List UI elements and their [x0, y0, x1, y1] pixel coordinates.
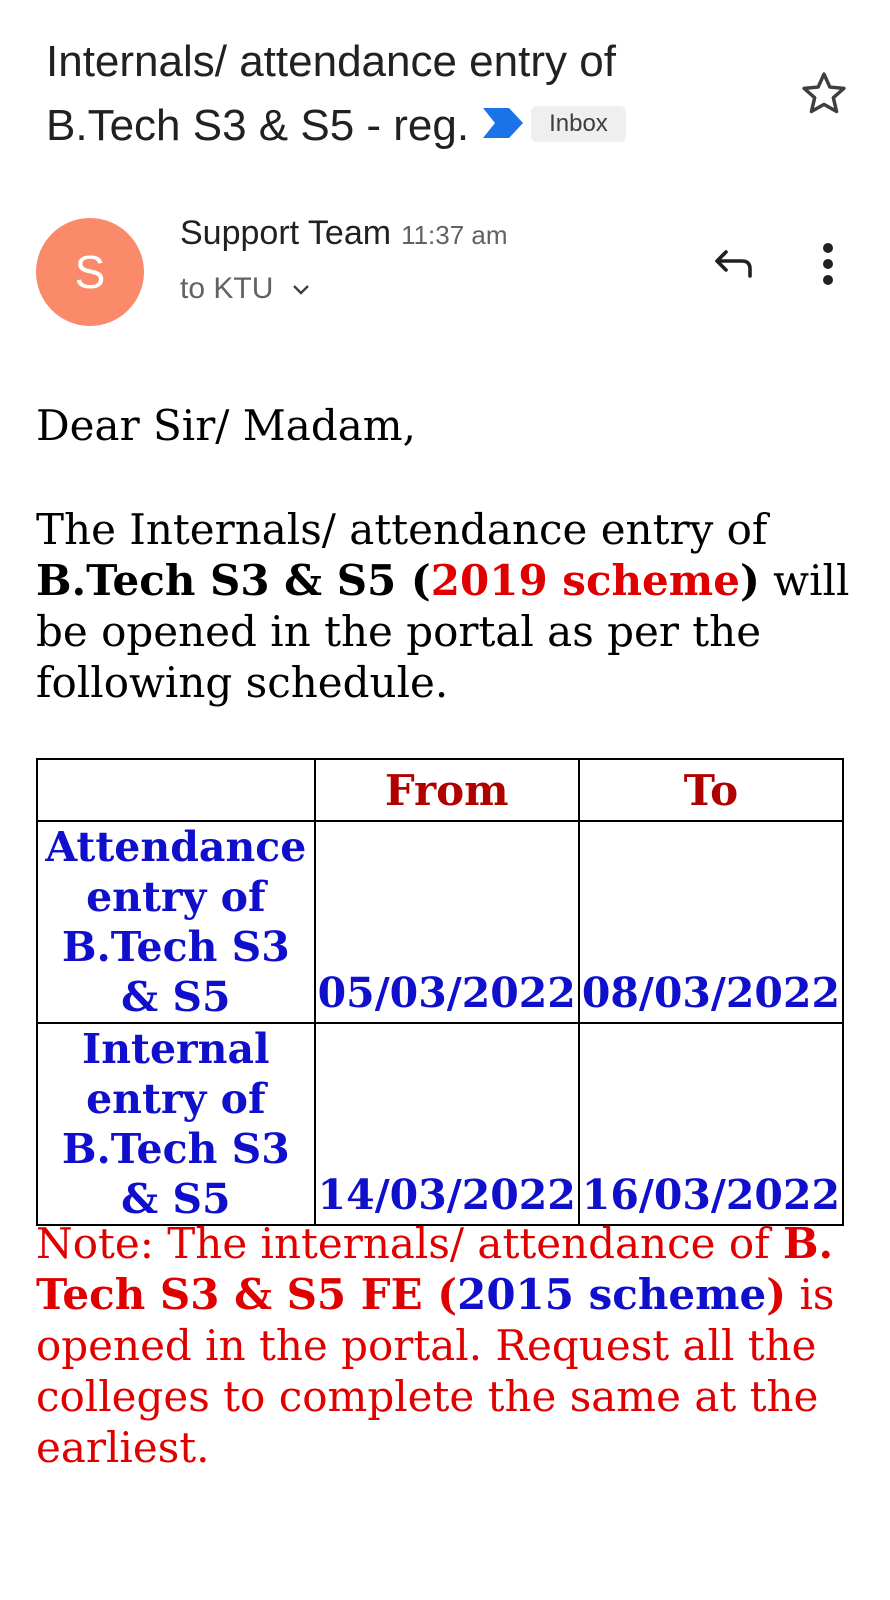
- intro-text-1: The Internals/ attendance entry of: [36, 505, 768, 554]
- subject-line-2: B.Tech S3 & S5 - reg.: [46, 101, 470, 150]
- table-header-row: From To: [36, 758, 845, 822]
- intro-bold-1: B.Tech S3 & S5 (: [36, 556, 431, 605]
- note-text-1: Note: The internals/ attendance of: [36, 1219, 783, 1268]
- sender-line: Support Team 11:37 am: [180, 214, 508, 253]
- row-from-date: 05/03/2022: [313, 820, 580, 1024]
- importance-marker-icon[interactable]: [483, 92, 524, 156]
- note-scheme: 2015 scheme: [457, 1270, 767, 1319]
- recipient-line[interactable]: to KTU: [180, 272, 311, 307]
- intro-scheme: 2019 scheme: [430, 556, 740, 605]
- row-to-date: 08/03/2022: [577, 820, 845, 1024]
- table-row: Attendance entry of B.Tech S3 & S5 05/03…: [36, 820, 845, 1024]
- greeting: Dear Sir/ Madam,: [36, 401, 416, 450]
- inbox-label-badge[interactable]: Inbox: [531, 106, 626, 143]
- star-icon[interactable]: [798, 68, 850, 120]
- sender-avatar[interactable]: S: [36, 218, 144, 326]
- sender-name[interactable]: Support Team: [180, 214, 391, 252]
- row-label: Internal entry of B.Tech S3 & S5: [36, 1022, 316, 1226]
- sent-time: 11:37 am: [401, 220, 508, 250]
- intro-bold-2: ): [739, 556, 760, 605]
- table-header-cell: [36, 758, 316, 822]
- table-row: Internal entry of B.Tech S3 & S5 14/03/2…: [36, 1022, 845, 1226]
- table-header-from: From: [313, 758, 580, 822]
- recipient-text: to KTU: [180, 272, 274, 305]
- more-vert-icon[interactable]: [812, 240, 844, 288]
- row-label: Attendance entry of B.Tech S3 & S5: [36, 820, 316, 1024]
- email-subject: Internals/ attendance entry of B.Tech S3…: [46, 30, 786, 160]
- table-header-to: To: [577, 758, 845, 822]
- note-paragraph: Note: The internals/ attendance of B. Te…: [36, 1218, 846, 1473]
- reply-icon[interactable]: [712, 240, 760, 288]
- chevron-down-icon[interactable]: [291, 271, 311, 305]
- intro-paragraph: The Internals/ attendance entry of B.Tech…: [36, 504, 856, 708]
- schedule-table: From To Attendance entry of B.Tech S3 & …: [36, 758, 845, 1226]
- note-bold-2: ): [766, 1270, 787, 1319]
- row-to-date: 16/03/2022: [577, 1022, 845, 1226]
- email-body: Dear Sir/ Madam, The Internals/ attendan…: [36, 400, 856, 708]
- row-from-date: 14/03/2022: [313, 1022, 580, 1226]
- subject-line-1: Internals/ attendance entry of: [46, 37, 616, 86]
